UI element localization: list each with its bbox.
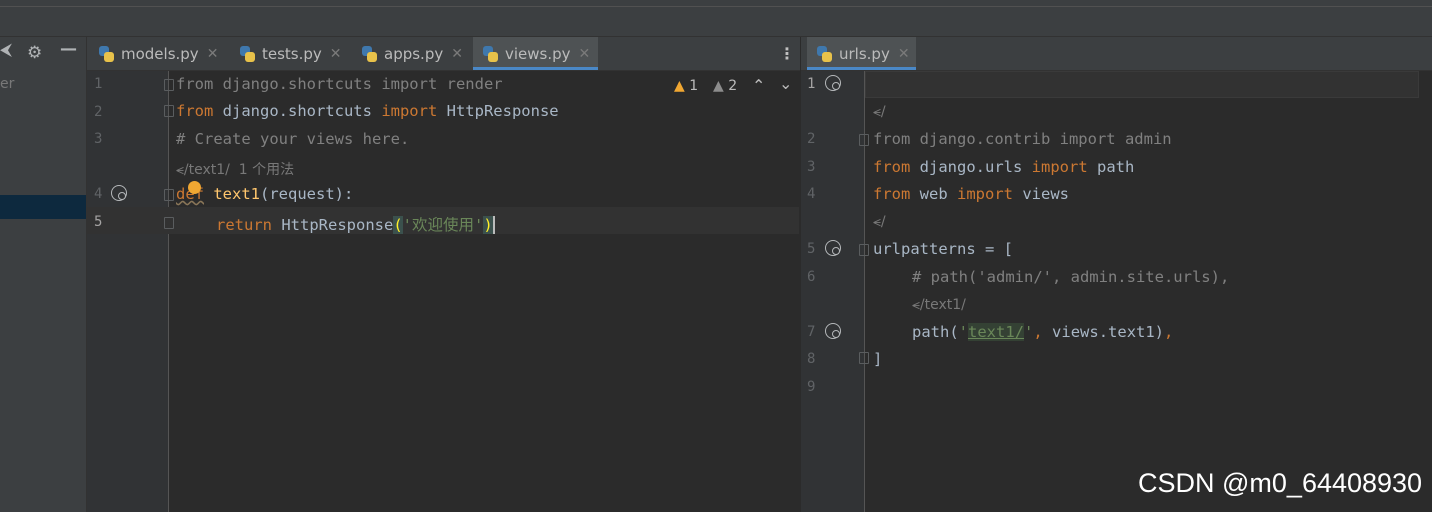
route-hint[interactable]: ⪪/text1/ [912, 297, 966, 313]
left-tab-bar: models.py ✕ tests.py ✕ apps.py ✕ views.p… [87, 37, 800, 71]
share-icon: ⪪ [873, 104, 881, 120]
close-icon[interactable]: ✕ [451, 46, 463, 62]
watermark: CSDN @m0_64408930 [1138, 468, 1423, 498]
minus-icon[interactable]: — [60, 39, 77, 59]
fold-marker-icon[interactable] [859, 134, 869, 146]
line-number: 4 [807, 186, 816, 202]
line-number: 4 [94, 186, 103, 202]
code-line-2: from django.contrib import admin [873, 130, 1172, 148]
tab-tests-py[interactable]: tests.py ✕ [238, 37, 348, 70]
line-number: 7 [807, 324, 816, 340]
share-icon: ⪪ [873, 214, 881, 230]
code-line-4: def text1(request): [176, 185, 354, 203]
python-file-icon [97, 45, 115, 63]
sidebar-toolbar: ⮜ ⚙ — [0, 37, 86, 70]
code-line-2: from django.shortcuts import HttpRespons… [176, 102, 559, 120]
url-mapping-icon[interactable] [825, 75, 841, 91]
tab-label: models.py [121, 44, 199, 63]
sidebar-item-label[interactable]: er [0, 76, 14, 92]
line-number: 3 [807, 159, 816, 175]
line-number: 2 [94, 104, 103, 120]
share-icon: ⪪ [912, 297, 920, 313]
tab-label: apps.py [384, 44, 444, 63]
line-number: 2 [807, 131, 816, 147]
project-sidebar: ⮜ ⚙ — er [0, 37, 87, 512]
line-number: 8 [807, 351, 816, 367]
close-icon[interactable]: ✕ [579, 46, 591, 62]
current-line-highlight [865, 71, 1419, 98]
line-number: 1 [807, 76, 816, 92]
code-line-5: return HttpResponse('欢迎使用') [216, 216, 495, 234]
code-line-3: # Create your views here. [176, 130, 410, 148]
tab-label: views.py [505, 44, 571, 63]
weak-warning-count[interactable]: ▲ 2 [713, 78, 737, 94]
code-line-1: from django.shortcuts import render [176, 75, 503, 93]
tab-label: tests.py [262, 44, 322, 63]
gear-icon[interactable]: ⚙ [27, 43, 42, 63]
fold-marker-icon[interactable] [164, 105, 174, 117]
share-icon: ⪪ [176, 162, 184, 178]
right-tab-bar: urls.py ✕ [801, 37, 1432, 71]
line-number: 1 [94, 76, 103, 92]
route-hint[interactable]: ⪪/ [873, 214, 886, 230]
title-divider [0, 6, 1432, 7]
url-mapping-icon[interactable] [825, 323, 841, 339]
next-highlight-icon[interactable]: ⌄ [779, 74, 792, 93]
fold-marker-icon[interactable] [859, 244, 869, 256]
url-mapping-icon[interactable] [111, 185, 127, 201]
views-editor[interactable]: 1 2 3 4 5 from django.shortcuts import r… [87, 71, 885, 512]
code-line-8: ] [873, 350, 883, 368]
sidebar-selected-item[interactable] [0, 195, 86, 219]
tab-views-py[interactable]: views.py ✕ [473, 37, 598, 70]
tab-label: urls.py [839, 44, 890, 63]
tab-models-py[interactable]: models.py ✕ [97, 37, 225, 70]
arrow-icon[interactable]: ⮜ [0, 40, 12, 60]
close-icon[interactable]: ✕ [330, 46, 342, 62]
python-file-icon [238, 45, 256, 63]
line-number: 5 [807, 241, 816, 257]
warning-icon: ▲ [674, 78, 685, 94]
usage-hint[interactable]: ⪪/text1/ 1 个用法 [176, 159, 294, 179]
route-hint[interactable]: ⪪/ [873, 104, 886, 120]
url-mapping-icon[interactable] [825, 240, 841, 256]
fold-marker-icon[interactable] [859, 352, 869, 364]
previous-highlight-icon[interactable]: ⌃ [752, 76, 765, 95]
line-number: 5 [94, 214, 103, 230]
python-file-icon [815, 45, 833, 63]
line-number: 9 [807, 379, 816, 395]
code-line-7: path('text1/', views.text1), [912, 323, 1174, 341]
python-file-icon [481, 45, 499, 63]
tab-urls-py[interactable]: urls.py ✕ [807, 37, 916, 70]
fold-marker-icon[interactable] [164, 217, 174, 229]
weak-warning-icon: ▲ [713, 78, 724, 94]
fold-marker-icon[interactable] [164, 79, 174, 91]
warning-count[interactable]: ▲ 1 [674, 78, 698, 94]
urls-editor[interactable]: 1 2 3 4 5 6 7 8 9 ⪪/ from django.contrib… [801, 71, 1432, 512]
python-file-icon [360, 45, 378, 63]
code-line-4: from web import views [873, 185, 1069, 203]
code-line-6: # path('admin/', admin.site.urls), [912, 268, 1230, 286]
fold-marker-icon[interactable] [164, 189, 174, 201]
scrollbar-stripe[interactable] [1419, 71, 1432, 512]
code-line-3: from django.urls import path [873, 158, 1135, 176]
code-line-5: urlpatterns = [ [873, 240, 1013, 258]
line-number: 6 [807, 269, 816, 285]
line-number: 3 [94, 131, 103, 147]
close-icon[interactable]: ✕ [207, 46, 219, 62]
close-icon[interactable]: ✕ [898, 46, 910, 62]
lightbulb-icon[interactable] [188, 181, 201, 194]
more-options-icon[interactable]: ⋮ [779, 44, 795, 63]
tab-apps-py[interactable]: apps.py ✕ [360, 37, 470, 70]
title-bar [0, 0, 1432, 37]
